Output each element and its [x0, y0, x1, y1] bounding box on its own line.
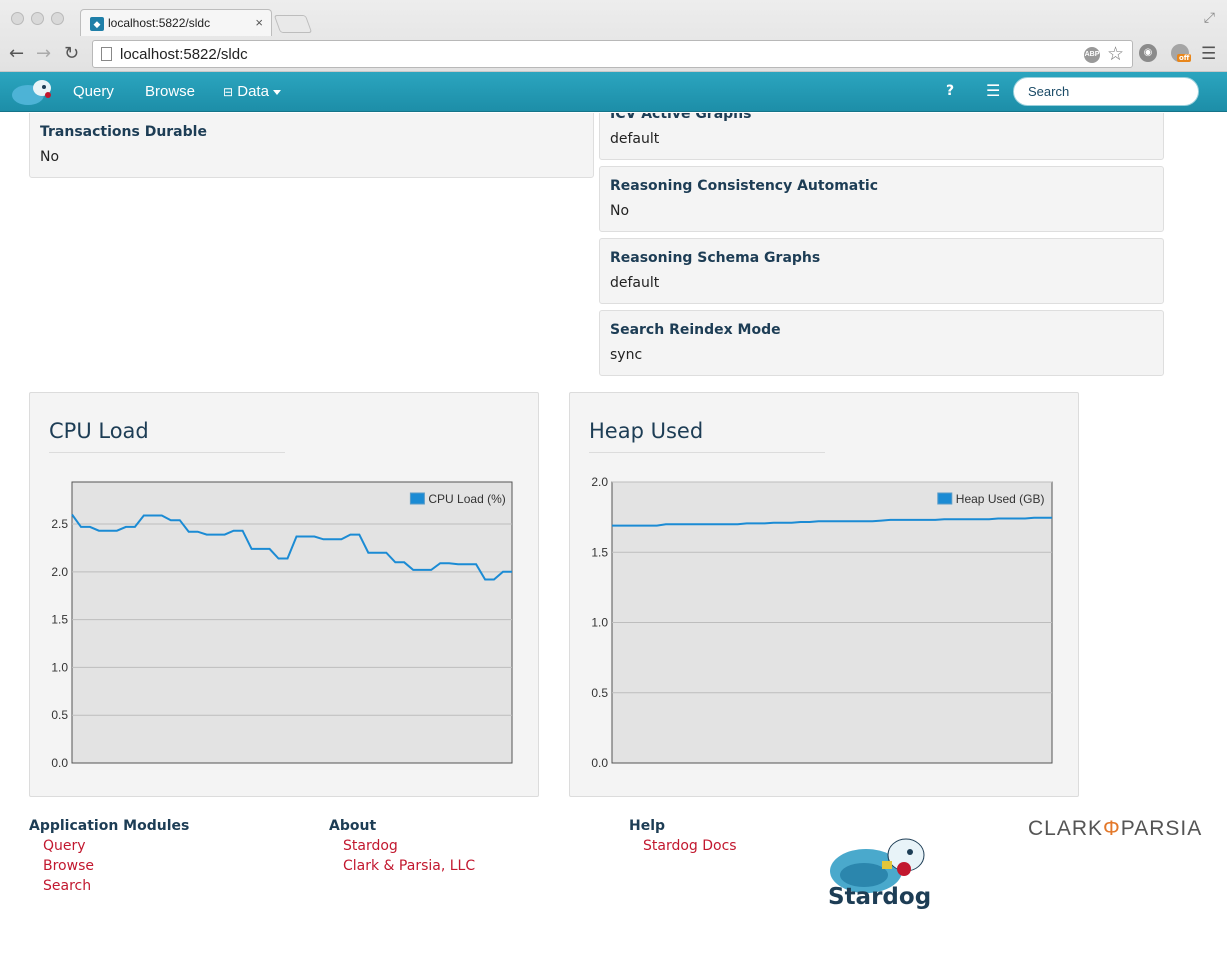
legend-label: CPU Load (%) [428, 492, 505, 506]
property-card: Transactions Durable No [29, 113, 594, 178]
y-tick-label: 1.0 [591, 616, 608, 630]
heap-used-panel: Heap Used 0.0 0.5 1.0 1.5 2.0 Heap Used (GB) [569, 392, 1079, 797]
nav-browse[interactable]: Browse [145, 83, 195, 100]
cpu-load-panel: CPU Load 0.0 0.5 1.0 1.5 2.0 2.5 CPU Load (%) [29, 392, 539, 797]
y-tick-label: 0.0 [591, 756, 608, 770]
y-tick-label: 2.5 [51, 517, 68, 531]
legend-label: Heap Used (GB) [956, 492, 1045, 506]
search-input[interactable] [1013, 77, 1199, 106]
footer-link-search[interactable]: Search [43, 878, 189, 898]
property-label: Transactions Durable [40, 124, 207, 140]
address-bar[interactable]: localhost:5822/sldc ABP ☆ [92, 40, 1133, 68]
footer-link-query[interactable]: Query [43, 838, 189, 858]
extension-icon[interactable]: ◉ [1139, 44, 1157, 62]
new-tab-button[interactable] [273, 15, 313, 33]
nav-data-dropdown[interactable]: ⊟ Data [223, 83, 281, 100]
y-tick-label: 0.5 [591, 686, 608, 700]
help-button[interactable]: ? [946, 83, 954, 99]
browser-tab[interactable]: ◆ localhost:5822/sldc × [80, 9, 272, 36]
heap-used-chart: 0.0 0.5 1.0 1.5 2.0 Heap Used (GB) [591, 475, 1053, 770]
extension-off-badge: off [1177, 54, 1192, 62]
y-tick-label: 2.0 [591, 475, 608, 489]
back-arrow-icon[interactable]: ← [9, 43, 24, 64]
property-label: Reasoning Consistency Automatic [610, 178, 879, 194]
forward-arrow-icon[interactable]: → [36, 43, 51, 64]
reload-icon[interactable]: ↻ [64, 43, 79, 64]
property-value: No [40, 149, 60, 165]
y-tick-label: 1.5 [51, 613, 68, 627]
property-card: Reasoning Consistency Automatic No [599, 166, 1164, 232]
footer-heading: Application Modules [29, 818, 190, 834]
stardog-logo-icon[interactable] [8, 77, 56, 107]
property-value: No [610, 203, 630, 219]
y-tick-label: 2.0 [51, 565, 68, 579]
property-label: Search Reindex Mode [610, 322, 781, 338]
browser-chrome: ◆ localhost:5822/sldc × ⤢ ← → ↻ localhos… [0, 0, 1227, 72]
y-tick-label: 1.5 [591, 545, 608, 559]
footer-link-browse[interactable]: Browse [43, 858, 189, 878]
footer-link-stardog-docs[interactable]: Stardog Docs [643, 838, 737, 858]
footer-heading: About [329, 818, 377, 834]
property-value: default [610, 275, 660, 291]
legend-swatch [937, 492, 953, 505]
footer-modules: Application Modules Query Browse Search [29, 818, 189, 898]
nav-query[interactable]: Query [73, 83, 114, 100]
y-tick-label: 0.5 [51, 708, 68, 722]
y-tick-label: 1.0 [51, 660, 68, 674]
property-value: default [610, 131, 660, 147]
footer-link-stardog[interactable]: Stardog [343, 838, 475, 858]
footer-link-clark-parsia[interactable]: Clark & Parsia, LLC [343, 858, 475, 878]
y-tick-label: 0.0 [51, 756, 68, 770]
address-url[interactable]: localhost:5822/sldc [120, 46, 248, 63]
property-card: Reasoning Schema Graphs default [599, 238, 1164, 304]
fullscreen-icon[interactable]: ⤢ [1204, 10, 1215, 26]
drive-icon: ⊟ [223, 85, 234, 99]
legend-swatch [409, 492, 425, 505]
extension-toggle-icon[interactable]: off [1171, 44, 1192, 62]
tab-close-icon[interactable]: × [255, 15, 263, 30]
window-minimize-button[interactable] [31, 12, 44, 25]
footer-help: Help Stardog Docs [629, 818, 737, 858]
footer-heading: Help [629, 818, 666, 834]
app-navbar: Query Browse ⊟ Data ? ☰ [0, 72, 1227, 112]
browser-menu-icon[interactable]: ☰ [1201, 44, 1216, 64]
page-icon [101, 47, 112, 61]
property-card: ICV Active Graphs default [599, 113, 1164, 160]
property-card: Search Reindex Mode sync [599, 310, 1164, 376]
property-value: sync [610, 347, 643, 363]
cpu-load-chart: 0.0 0.5 1.0 1.5 2.0 2.5 CPU Load (%) [51, 481, 513, 770]
window-zoom-button[interactable] [51, 12, 64, 25]
menu-icon[interactable]: ☰ [986, 81, 1000, 100]
window-close-button[interactable] [11, 12, 24, 25]
favicon-icon: ◆ [90, 17, 104, 31]
bookmark-star-icon[interactable]: ☆ [1107, 43, 1124, 66]
clark-parsia-logo: CLARKΦPARSIA [1028, 817, 1203, 840]
nav-data-label: Data [237, 83, 269, 100]
adblock-icon[interactable]: ABP [1084, 47, 1100, 63]
property-label: ICV Active Graphs [610, 113, 752, 122]
tab-title: localhost:5822/sldc [108, 16, 211, 30]
footer-about: About Stardog Clark & Parsia, LLC [329, 818, 475, 878]
property-label: Reasoning Schema Graphs [610, 250, 821, 266]
stardog-wordmark: Stardog [828, 884, 932, 910]
caret-down-icon [272, 89, 281, 95]
